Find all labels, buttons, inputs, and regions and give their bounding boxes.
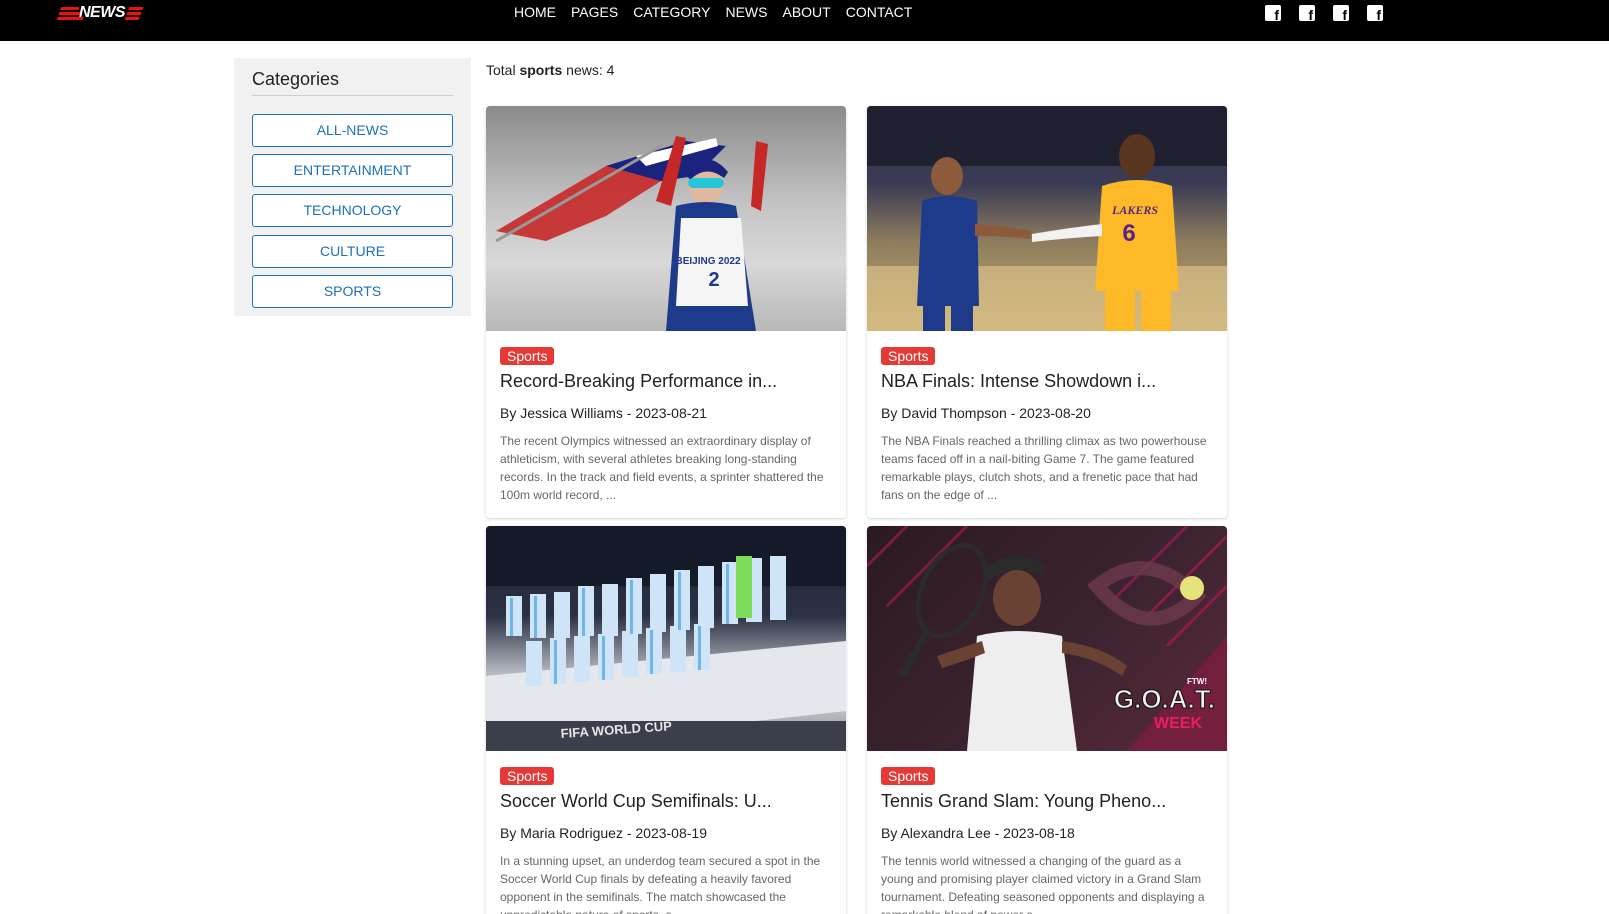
facebook-icon[interactable]	[1367, 5, 1383, 23]
article-image[interactable]: FIFA WORLD CUP	[486, 526, 846, 751]
article-card[interactable]: FIFA WORLD CUP Sports Soccer World Cup S…	[486, 526, 846, 914]
logo-stripes-right	[124, 6, 144, 20]
article-title[interactable]: Record-Breaking Performance in...	[500, 370, 832, 392]
social-links	[1265, 5, 1383, 23]
category-culture-button[interactable]: CULTURE	[252, 235, 453, 268]
category-badge[interactable]: Sports	[500, 347, 555, 365]
jersey-team: LAKERS	[1111, 203, 1158, 217]
facebook-icon[interactable]	[1333, 5, 1349, 23]
top-navbar: NEWS HOME PAGES CATEGORY NEWS ABOUT CONT…	[0, 0, 1609, 41]
article-title[interactable]: Tennis Grand Slam: Young Pheno...	[881, 790, 1213, 812]
nav-contact[interactable]: CONTACT	[846, 5, 913, 19]
article-excerpt: The tennis world witnessed a changing of…	[881, 854, 1205, 914]
article-image[interactable]: BEIJING 2022 2	[486, 106, 846, 331]
article-excerpt: In a stunning upset, an underdog team se…	[500, 854, 821, 914]
article-meta: By David Thompson - 2023-08-20	[881, 405, 1091, 421]
category-technology-button[interactable]: TECHNOLOGY	[252, 194, 453, 227]
bib-number: 2	[708, 269, 719, 291]
article-meta: By Maria Rodriguez - 2023-08-19	[500, 825, 707, 841]
summary-category: sports	[519, 62, 563, 78]
nav-pages[interactable]: PAGES	[571, 5, 618, 19]
article-title[interactable]: NBA Finals: Intense Showdown i...	[881, 370, 1213, 392]
nav-category[interactable]: CATEGORY	[633, 5, 710, 19]
category-badge[interactable]: Sports	[881, 347, 936, 365]
article-card[interactable]: FTW! G.O.A.T. WEEK Sports Tennis Grand S…	[867, 526, 1227, 914]
nav-about[interactable]: ABOUT	[782, 5, 830, 19]
category-badge[interactable]: Sports	[500, 767, 555, 785]
bib-text: BEIJING 2022	[675, 256, 740, 267]
news-logo[interactable]: NEWS	[56, 4, 144, 22]
logo-text: NEWS	[79, 4, 126, 21]
sidebar-title: Categories	[252, 69, 340, 89]
article-title[interactable]: Soccer World Cup Semifinals: U...	[500, 790, 832, 812]
divider	[252, 95, 453, 96]
categories-sidebar: Categories ALL-NEWS ENTERTAINMENT TECHNO…	[234, 58, 471, 316]
article-meta: By Alexandra Lee - 2023-08-18	[881, 825, 1075, 841]
summary-prefix: Total	[486, 62, 520, 78]
article-image[interactable]: LAKERS 6	[867, 106, 1227, 331]
category-badge[interactable]: Sports	[881, 767, 936, 785]
category-sports-button[interactable]: SPORTS	[252, 275, 453, 308]
category-entertainment-button[interactable]: ENTERTAINMENT	[252, 154, 453, 187]
tennis-player-illustration: FTW! G.O.A.T. WEEK	[867, 526, 1227, 751]
article-image[interactable]: FTW! G.O.A.T. WEEK	[867, 526, 1227, 751]
category-all-news-button[interactable]: ALL-NEWS	[252, 114, 453, 147]
goat-week-text: WEEK	[1154, 715, 1202, 732]
nav-home[interactable]: HOME	[514, 5, 556, 19]
article-excerpt: The NBA Finals reached a thrilling clima…	[881, 434, 1207, 502]
facebook-icon[interactable]	[1299, 5, 1315, 23]
basketball-handshake-illustration: LAKERS 6	[867, 106, 1227, 331]
article-card[interactable]: LAKERS 6 Sports NBA Finals: Intense Show…	[867, 106, 1227, 518]
jersey-number: 6	[1122, 220, 1135, 247]
article-excerpt: The recent Olympics witnessed an extraor…	[500, 434, 824, 502]
olympic-skier-illustration: BEIJING 2022 2	[495, 136, 768, 331]
main-nav: HOME PAGES CATEGORY NEWS ABOUT CONTACT	[514, 5, 927, 19]
facebook-icon[interactable]	[1265, 5, 1281, 23]
article-meta: By Jessica Williams - 2023-08-21	[500, 405, 707, 421]
summary-suffix: news: 4	[562, 62, 615, 78]
nav-news[interactable]: NEWS	[725, 5, 767, 19]
results-summary: Total sports news: 4	[486, 62, 614, 78]
article-card[interactable]: BEIJING 2022 2 Sports Record-Breaking Pe…	[486, 106, 846, 518]
world-cup-celebration-illustration: FIFA WORLD CUP	[486, 526, 846, 751]
goat-big-text: G.O.A.T.	[1114, 684, 1215, 714]
